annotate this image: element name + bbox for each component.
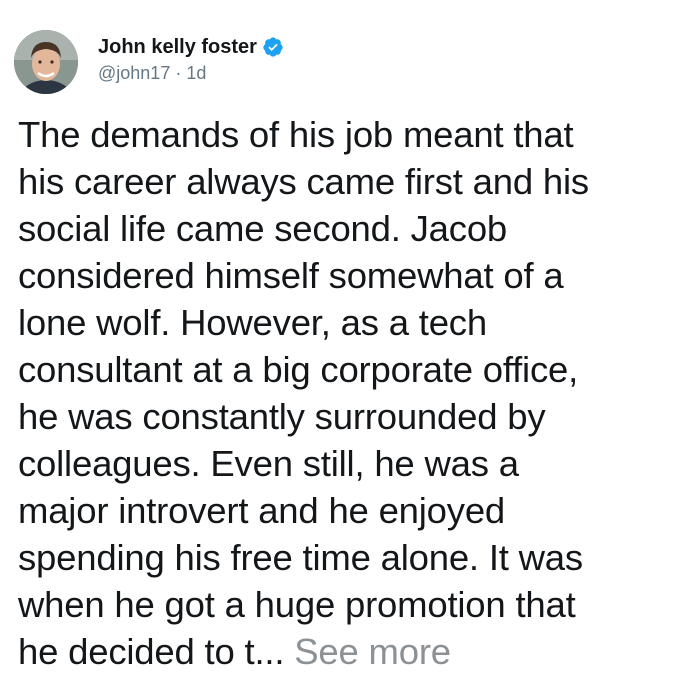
tweet-text-line: he was constantly surrounded by bbox=[18, 396, 546, 437]
tweet-text-line: social life came second. Jacob bbox=[18, 208, 508, 249]
timestamp[interactable]: 1d bbox=[186, 63, 206, 84]
tweet-text: The demands of his job meant that his ca… bbox=[18, 111, 688, 675]
tweet-text-line: when he got a huge promotion that bbox=[18, 584, 576, 625]
handle-row: @john17 · 1d bbox=[98, 63, 284, 84]
tweet-text-last-line: he decided to t... See more bbox=[18, 628, 688, 675]
avatar[interactable] bbox=[14, 30, 78, 94]
tweet-text-line: considered himself somewhat of a bbox=[18, 255, 564, 296]
tweet-text-line: consultant at a big corporate office, bbox=[18, 349, 579, 390]
author-meta: John kelly foster @john17 · 1d bbox=[98, 34, 284, 84]
tweet-header: John kelly foster @john17 · 1d bbox=[14, 30, 284, 96]
tweet-text-line: spending his free time alone. It was bbox=[18, 537, 583, 578]
separator-dot: · bbox=[175, 63, 182, 83]
see-more-link[interactable]: See more bbox=[294, 631, 451, 672]
tweet-text-line: major introvert and he enjoyed bbox=[18, 490, 506, 531]
display-name[interactable]: John kelly foster bbox=[98, 36, 257, 59]
tweet-text-line: his career always came first and his bbox=[18, 161, 589, 202]
name-row: John kelly foster bbox=[98, 34, 284, 60]
verified-badge-icon bbox=[262, 36, 284, 58]
handle[interactable]: @john17 bbox=[98, 63, 170, 84]
tweet-text-line: The demands of his job meant that bbox=[18, 114, 574, 155]
tweet-text-line: colleagues. Even still, he was a bbox=[18, 443, 519, 484]
tweet-text-line: lone wolf. However, as a tech bbox=[18, 302, 487, 343]
tweet-card: John kelly foster @john17 · 1d The deman… bbox=[0, 0, 700, 700]
tweet-text-truncated: he decided to t... bbox=[18, 631, 285, 672]
